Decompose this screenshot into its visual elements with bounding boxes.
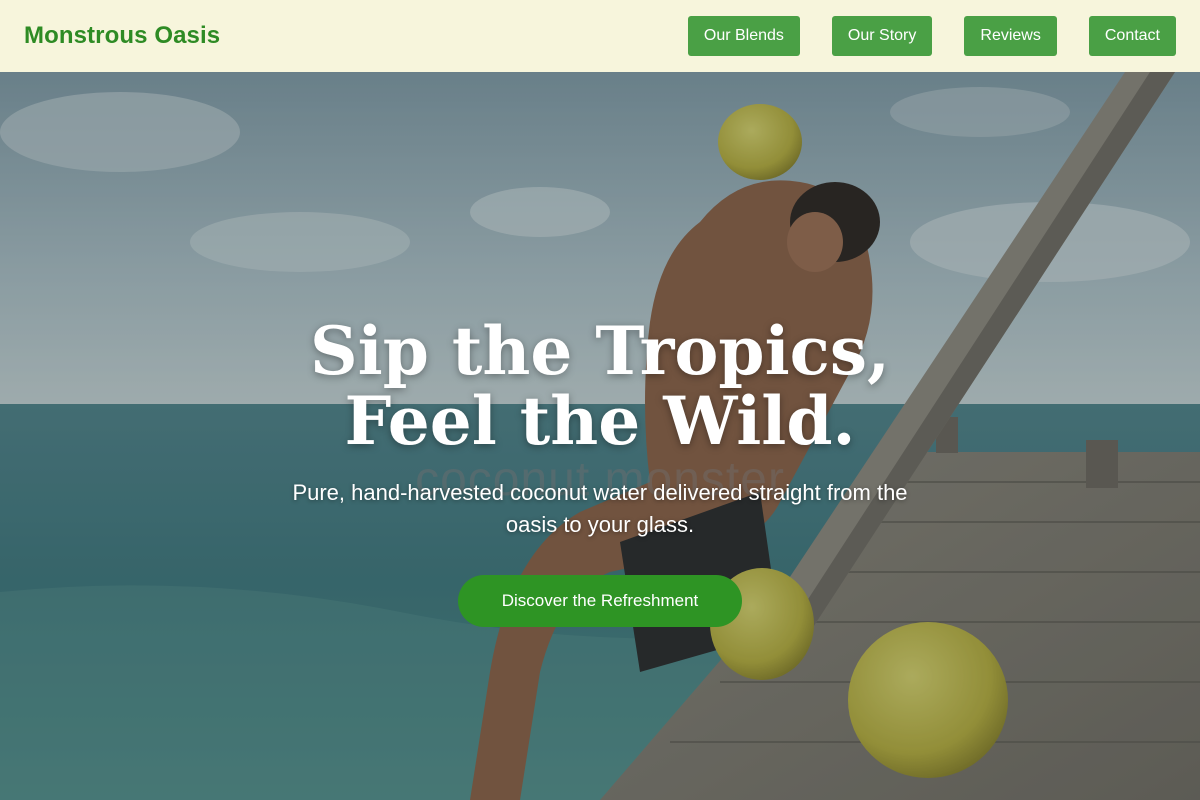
hero-section: coconut monster Sip the Tropics, Feel th…: [0, 72, 1200, 800]
hero-title-line-1: Sip the Tropics,: [310, 312, 890, 390]
discover-refreshment-button[interactable]: Discover the Refreshment: [458, 575, 742, 627]
site-header: Monstrous Oasis Our Blends Our Story Rev…: [0, 0, 1200, 72]
hero-title-line-2: Feel the Wild.: [344, 382, 856, 460]
main-nav: Our Blends Our Story Reviews Contact: [687, 16, 1176, 56]
hero-subtitle: Pure, hand-harvested coconut water deliv…: [292, 480, 908, 537]
nav-our-blends-button[interactable]: Our Blends: [687, 16, 800, 56]
hero-title: Sip the Tropics, Feel the Wild.: [0, 316, 1200, 456]
nav-contact-button[interactable]: Contact: [1088, 16, 1176, 56]
nav-our-story-button[interactable]: Our Story: [831, 16, 933, 56]
brand-logo[interactable]: Monstrous Oasis: [24, 22, 220, 50]
hero-content: coconut monster Sip the Tropics, Feel th…: [0, 72, 1200, 800]
nav-reviews-button[interactable]: Reviews: [964, 16, 1057, 56]
